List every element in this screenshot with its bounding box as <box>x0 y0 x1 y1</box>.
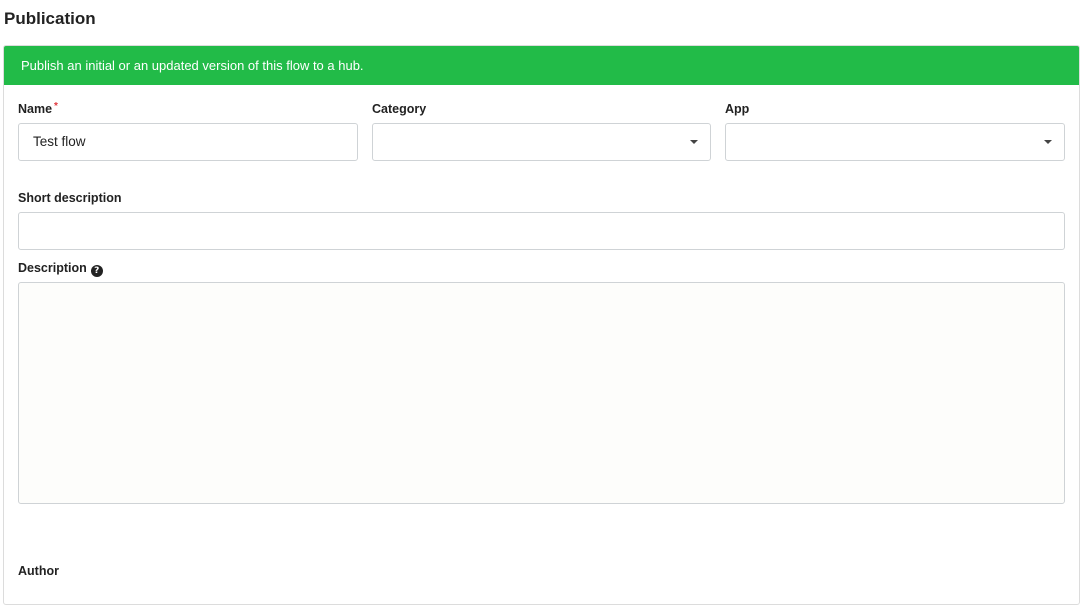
name-input[interactable]: Test flow <box>18 123 358 161</box>
name-label: Name * <box>18 101 58 117</box>
question-circle-icon[interactable]: ? <box>90 265 103 277</box>
description-label: Description? <box>18 260 103 277</box>
category-select[interactable] <box>372 123 711 161</box>
description-label-text: Description <box>18 261 87 275</box>
short-description-label: Short description <box>18 191 122 205</box>
name-label-text: Name <box>18 102 53 116</box>
caret-down-icon <box>1044 140 1052 144</box>
required-marker: * <box>54 101 58 112</box>
info-banner: Publish an initial or an updated version… <box>4 46 1079 85</box>
app-select[interactable] <box>725 123 1065 161</box>
author-label: Author <box>18 564 59 578</box>
app-label: App <box>725 102 750 116</box>
short-description-input[interactable] <box>18 212 1065 250</box>
name-input-value: Test flow <box>33 134 86 149</box>
description-textarea[interactable] <box>18 282 1065 504</box>
publication-panel: Publish an initial or an updated version… <box>3 45 1080 605</box>
page-title: Publication <box>4 9 96 28</box>
caret-down-icon <box>690 140 698 144</box>
category-label: Category <box>372 102 427 116</box>
